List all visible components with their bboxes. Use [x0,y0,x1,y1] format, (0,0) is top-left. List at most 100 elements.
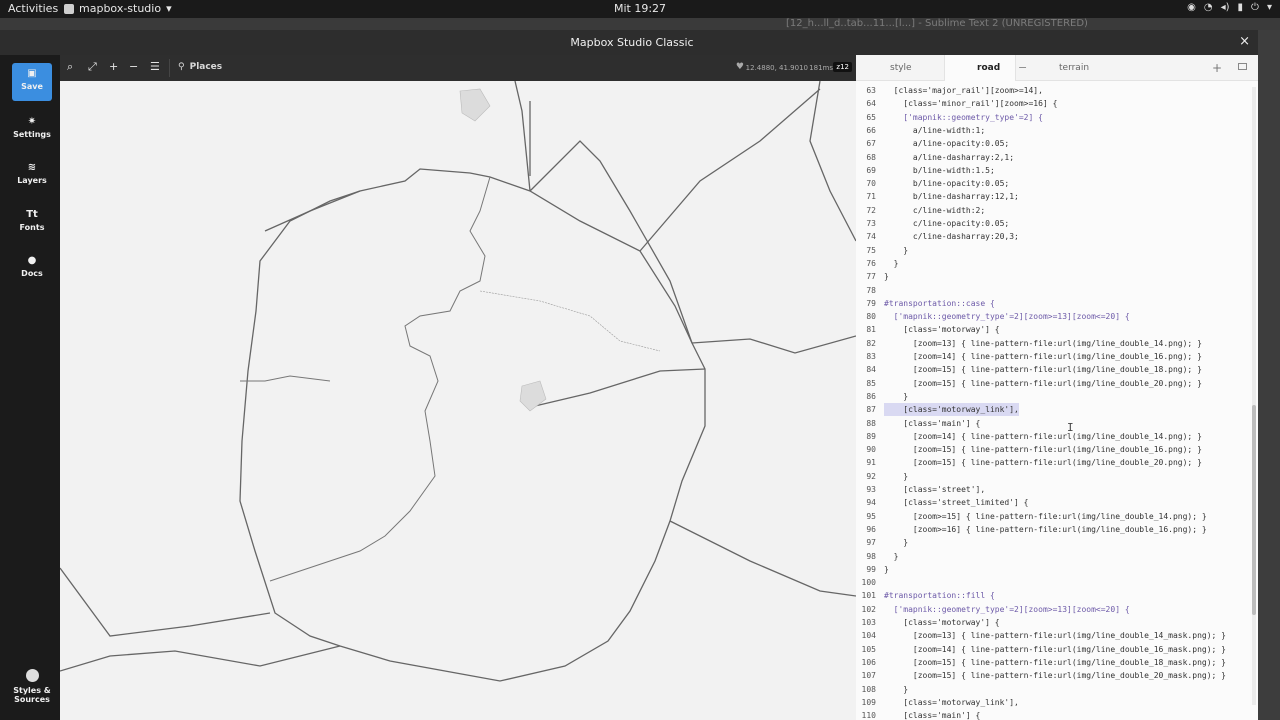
wifi-icon[interactable]: ◔ [1204,2,1213,13]
line-number: 75 [866,245,876,255]
code-line[interactable]: 63 [class='major_rail'][zoom>=14], [856,84,1248,97]
background-window-title: [12_h...ll_d..tab...11...[l...] - Sublim… [786,18,1088,29]
code-text: [class='major_rail'][zoom>=14], [884,86,1043,95]
code-line[interactable]: 85 [zoom=15] { line-pattern-file:url(img… [856,377,1248,390]
code-line[interactable]: 96 [zoom>=16] { line-pattern-file:url(im… [856,523,1248,536]
line-number: 87 [866,405,876,415]
code-line[interactable]: 67 a/line-opacity:0.05; [856,137,1248,150]
sidebar-item-layers[interactable]: ≋ Layers [12,163,52,186]
window-title: Mapbox Studio Classic [570,36,694,49]
app-menu[interactable]: mapbox-studio ▾ [64,2,172,15]
code-line[interactable]: 87 [class='motorway_link'], [856,403,1248,417]
line-number: 64 [866,99,876,109]
inspect-icon[interactable]: ☰ [150,61,160,72]
code-line[interactable]: 77} [856,270,1248,283]
sidebar-item-settings[interactable]: ✷ Settings [12,117,52,140]
system-clock[interactable]: Mit 19:27 [614,2,666,15]
code-line[interactable]: 80 ['mapnik::geometry_type'=2][zoom>=13]… [856,310,1248,323]
code-line[interactable]: 81 [class='motorway'] { [856,323,1248,336]
code-line[interactable]: 75 } [856,244,1248,257]
code-line[interactable]: 79 #transportation::case { [856,297,1248,310]
code-line[interactable]: 91 [zoom=15] { line-pattern-file:url(img… [856,456,1248,469]
tab-terrain[interactable]: terrain [1059,63,1089,73]
motorway-northeast [529,140,693,344]
code-line[interactable]: 76 } [856,257,1248,270]
close-icon[interactable]: × [1239,34,1250,49]
add-tab-icon[interactable]: + [1212,61,1222,75]
sidebar-item-docs[interactable]: ● Docs [12,256,52,279]
window-icon[interactable] [1238,63,1247,70]
sidebar-item-styles-sources[interactable]: Styles & Sources [6,669,58,704]
battery-icon[interactable]: ▮ [1238,2,1244,13]
code-line[interactable]: 78 [856,284,1248,297]
activities-button[interactable]: Activities [8,2,58,15]
code-line[interactable]: 90 [zoom=15] { line-pattern-file:url(img… [856,443,1248,456]
zoom-in-icon[interactable]: + [109,61,118,72]
map-canvas[interactable] [60,81,856,720]
remove-tab-icon[interactable]: − [1018,61,1027,74]
line-number: 69 [866,165,876,175]
zoom-out-icon[interactable]: − [129,61,138,72]
code-line[interactable]: 103 [class='motorway'] { [856,616,1248,629]
code-text: } [884,684,909,694]
code-text: ['mapnik::geometry_type'=2][zoom>=13][zo… [884,604,1130,614]
code-line[interactable]: 82 [zoom=13] { line-pattern-file:url(img… [856,337,1248,350]
code-line[interactable]: 98 } [856,550,1248,563]
code-line[interactable]: 65 ['mapnik::geometry_type'=2] { [856,111,1248,124]
code-line[interactable]: 95 [zoom>=15] { line-pattern-file:url(im… [856,510,1248,523]
line-number: 84 [866,365,876,375]
editor-scrollbar-thumb[interactable] [1252,405,1256,615]
code-line[interactable]: 109 [class='motorway_link'], [856,696,1248,709]
code-line[interactable]: 66 a/line-width:1; [856,124,1248,137]
code-line[interactable]: 69 b/line-width:1.5; [856,164,1248,177]
tab-style[interactable]: style [890,63,912,73]
code-line[interactable]: 68 a/line-dasharray:2,1; [856,151,1248,164]
code-line[interactable]: 64 [class='minor_rail'][zoom>=16] { [856,97,1248,110]
line-number: 81 [866,325,876,335]
toolbar-divider [169,59,170,77]
code-line[interactable]: 110 [class='main'] { [856,709,1248,720]
search-icon[interactable]: ⌕ [67,61,73,72]
code-editor[interactable]: 63 [class='major_rail'][zoom>=14], 64 [cl… [856,81,1258,720]
code-line[interactable]: 89 [zoom=14] { line-pattern-file:url(img… [856,430,1248,443]
tab-road[interactable]: road [977,63,1000,73]
code-text: c/line-dasharray:20,3; [884,232,1019,242]
code-line[interactable]: 104 [zoom=13] { line-pattern-file:url(im… [856,629,1248,642]
system-tray[interactable]: ◉ ◔ ◂) ▮ ⏻ ▾ [1187,2,1272,13]
fullscreen-icon[interactable]: ⤢ [88,61,97,72]
chevron-down-icon[interactable]: ▾ [1267,2,1272,13]
code-line[interactable]: 97 } [856,536,1248,549]
code-line[interactable]: 84 [zoom=15] { line-pattern-file:url(img… [856,363,1248,376]
code-line[interactable]: 102 ['mapnik::geometry_type'=2][zoom>=13… [856,603,1248,616]
chrome-icon[interactable]: ◉ [1187,2,1196,13]
code-line[interactable]: 94 [class='street_limited'] { [856,496,1248,509]
code-line[interactable]: 73 c/line-opacity:0.05; [856,217,1248,230]
sidebar-item-save[interactable]: ▣ Save [12,63,52,101]
code-line[interactable]: 86 } [856,390,1248,403]
line-number: 99 [866,564,876,574]
code-text: b/line-dasharray:12,1; [884,192,1019,202]
code-line[interactable]: 72 c/line-width:2; [856,204,1248,217]
heart-icon[interactable]: ♥ [736,62,744,72]
code-line[interactable]: 92 } [856,470,1248,483]
code-line[interactable]: 71 b/line-dasharray:12,1; [856,190,1248,203]
code-line[interactable]: 106 [zoom=15] { line-pattern-file:url(im… [856,656,1248,669]
road-north [514,81,531,192]
places-button[interactable]: ⚲ Places [178,62,222,72]
power-icon[interactable]: ⏻ [1251,2,1259,13]
code-line[interactable]: 74 c/line-dasharray:20,3; [856,230,1248,243]
code-line[interactable]: 101 #transportation::fill { [856,589,1248,602]
volume-icon[interactable]: ◂) [1221,2,1230,13]
code-line[interactable]: 105 [zoom=14] { line-pattern-file:url(im… [856,643,1248,656]
code-line[interactable]: 83 [zoom=14] { line-pattern-file:url(img… [856,350,1248,363]
code-line[interactable]: 93 [class='street'], [856,483,1248,496]
code-line[interactable]: 70 b/line-opacity:0.05; [856,177,1248,190]
line-number: 96 [866,524,876,534]
code-line[interactable]: 100 [856,576,1248,589]
code-line[interactable]: 99} [856,563,1248,576]
code-line[interactable]: 108 } [856,683,1248,696]
code-line[interactable]: 107 [zoom=15] { line-pattern-file:url(im… [856,669,1248,682]
code-text: [zoom=13] { line-pattern-file:url(img/li… [884,338,1202,348]
code-line[interactable]: 88 [class='main'] { [856,417,1248,430]
sidebar-item-fonts[interactable]: Tt Fonts [12,210,52,233]
